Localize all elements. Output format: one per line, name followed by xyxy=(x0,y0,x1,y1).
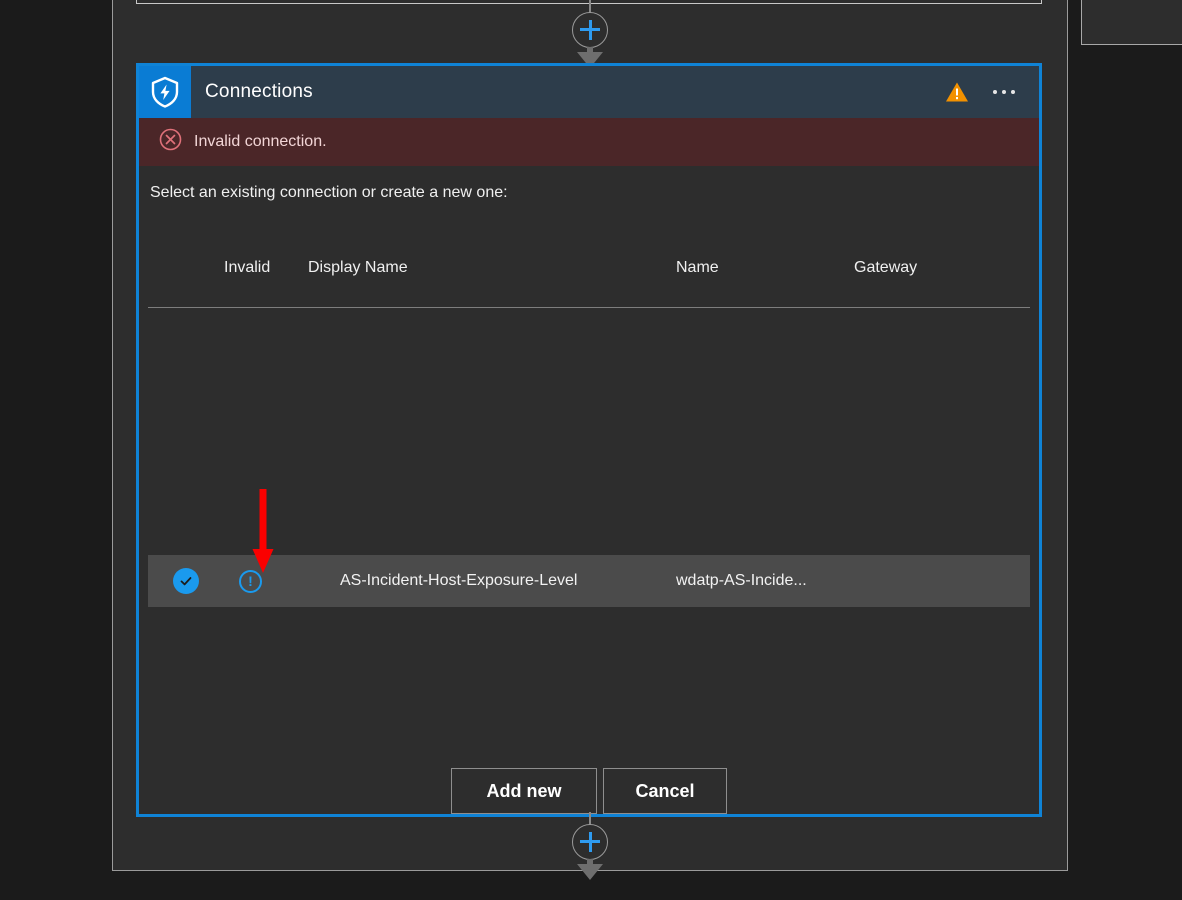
row-invalid-cell[interactable]: ! xyxy=(224,569,308,593)
ellipsis-dot xyxy=(1002,90,1006,94)
plus-vertical-bar-top xyxy=(588,19,592,40)
column-header-gateway: Gateway xyxy=(854,259,918,276)
check-circle-icon[interactable] xyxy=(173,568,199,594)
panel-header-actions xyxy=(945,81,1039,103)
panel-footer: Add new Cancel xyxy=(139,768,1039,814)
column-header-invalid: Invalid xyxy=(224,259,271,276)
table-row[interactable]: ! AS-Incident-Host-Exposure-Level wdatp-… xyxy=(148,555,1030,607)
shield-lightning-icon xyxy=(139,66,191,118)
error-banner: Invalid connection. xyxy=(139,118,1039,166)
exclamation-circle-icon[interactable]: ! xyxy=(239,569,262,593)
connections-panel: Connections Invalid connection. Select a… xyxy=(136,63,1042,817)
corner-panel-fragment xyxy=(1081,0,1182,45)
plus-vertical-bar-bottom xyxy=(588,831,592,852)
add-new-button[interactable]: Add new xyxy=(451,768,597,814)
row-name: wdatp-AS-Incide... xyxy=(676,572,807,589)
error-message: Invalid connection. xyxy=(194,133,327,150)
panel-title: Connections xyxy=(205,81,313,102)
warning-triangle-icon[interactable] xyxy=(945,81,969,103)
panel-header: Connections xyxy=(139,66,1039,118)
row-display-name: AS-Incident-Host-Exposure-Level xyxy=(340,572,578,589)
ellipsis-dot xyxy=(1011,90,1015,94)
connector-arrow-head-bottom xyxy=(577,864,603,880)
instruction-text: Select an existing connection or create … xyxy=(150,184,508,201)
column-header-name: Name xyxy=(676,259,719,276)
error-circle-x-icon xyxy=(159,128,182,156)
table-body: ! AS-Incident-Host-Exposure-Level wdatp-… xyxy=(148,308,1030,608)
designer-canvas-screen: Connections Invalid connection. Select a… xyxy=(0,0,1182,900)
row-select-cell[interactable] xyxy=(148,568,224,594)
cancel-button[interactable]: Cancel xyxy=(603,768,727,814)
ellipsis-icon[interactable] xyxy=(991,84,1017,100)
column-header-display-name: Display Name xyxy=(308,259,408,276)
table-header-row: Invalid Display Name Name Gateway xyxy=(148,250,1030,286)
connections-table: Invalid Display Name Name Gateway ! AS-I… xyxy=(148,250,1030,608)
panel-body: Select an existing connection or create … xyxy=(139,166,1039,817)
ellipsis-dot xyxy=(993,90,997,94)
